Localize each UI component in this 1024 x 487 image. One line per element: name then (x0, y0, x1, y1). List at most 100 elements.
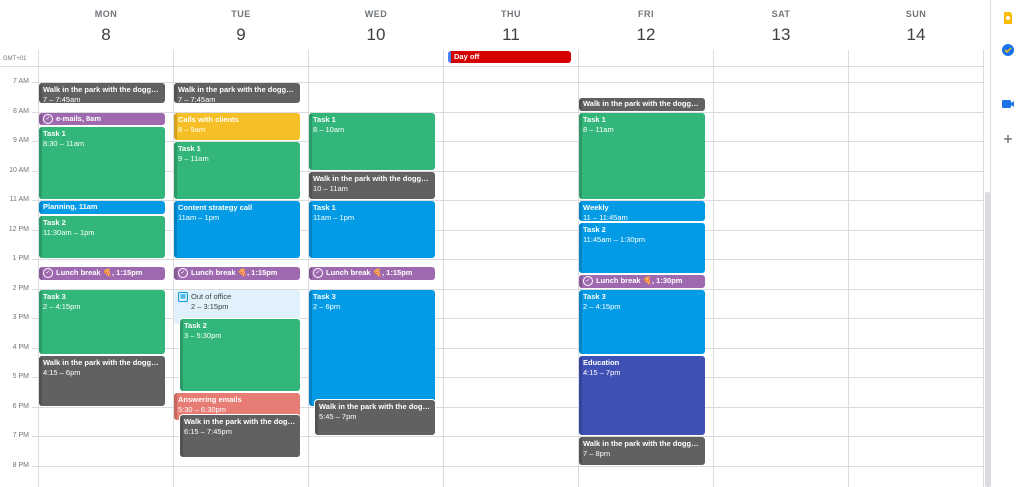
calendar-event[interactable]: ✓ Lunch break 🍕, 1:15pm (39, 267, 165, 281)
day-header-tue[interactable]: TUE 9 (174, 0, 308, 50)
event-title-text: Calls with clients (178, 114, 239, 124)
event-color-bar (579, 201, 582, 222)
calendar-event[interactable]: Task 23 – 5:30pm (180, 319, 300, 391)
calendar-event[interactable]: Walk in the park with the doggo 🐕 5:45 – … (315, 400, 435, 435)
day-of-week-label: TUE (231, 9, 251, 19)
event-time: 4:15 – 6pm (43, 367, 81, 377)
event-color-bar (174, 392, 177, 421)
event-time: 2 – 4:15pm (583, 301, 621, 311)
calendar-event[interactable]: Task 18 – 10am (309, 112, 435, 170)
event-time: 11am – 1pm (178, 213, 220, 222)
hour-gridline (32, 259, 984, 260)
day-number[interactable]: 9 (174, 25, 308, 45)
event-title-text: Task 3 (43, 291, 66, 301)
event-title: Task 3 (583, 292, 701, 302)
event-title-text: Task 2 (583, 225, 606, 235)
event-title: Walk in the park with the doggo 🐕 (313, 174, 431, 184)
event-title: ▦ Out of office (178, 292, 296, 302)
calendar-event[interactable]: Task 19 – 11am (174, 142, 300, 199)
event-time: 10 – 11am (313, 183, 348, 193)
event-title: Task 1 (313, 203, 431, 213)
calendar-event[interactable]: Content strategy call 11am – 1pm (174, 201, 300, 258)
event-title: ✓ e-mails, 8am (43, 114, 161, 124)
event-color-bar (315, 400, 318, 435)
day-header-thu[interactable]: THU 11 (444, 0, 578, 50)
out-of-office-icon: ▦ (178, 291, 188, 302)
all-day-event[interactable]: Day off (448, 51, 571, 63)
event-title: Walk in the park with the doggo 🐕, 7:30a… (583, 99, 701, 109)
calendar-event[interactable]: Task 32 – 4:15pm (39, 289, 165, 354)
calendar-event[interactable]: Task 32 – 6pm (309, 289, 435, 406)
day-number[interactable]: 14 (849, 25, 983, 45)
day-number[interactable]: 11 (444, 25, 578, 45)
event-title: Task 3 (313, 292, 431, 302)
event-time: 7 – 8pm (583, 449, 611, 458)
event-title-text: Walk in the park with the doggo 🐕 (184, 416, 296, 426)
calendar-event[interactable]: Task 2 11:30am – 1pm (39, 215, 165, 258)
column-divider (443, 50, 444, 487)
hour-label: 7 PM (12, 432, 29, 439)
meet-icon[interactable] (1001, 97, 1015, 111)
event-color-bar (579, 97, 582, 111)
event-title: Walk in the park with the doggo 🐕 (178, 85, 296, 95)
timezone-label: GMT+01 (3, 56, 27, 62)
calendar-event[interactable]: ✓ Lunch break 🍕, 1:30pm (579, 274, 705, 288)
calendar-event[interactable]: ✓ e-mails, 8am (39, 112, 165, 126)
event-time: 9 – 11am (178, 154, 209, 163)
event-color-bar (39, 83, 42, 104)
event-time: 6:15 – 7:45pm (184, 426, 232, 436)
event-title-text: Content strategy call (178, 203, 253, 212)
day-number[interactable]: 8 (39, 25, 173, 45)
event-color-bar (448, 51, 451, 63)
day-number[interactable]: 12 (579, 25, 713, 45)
calendar-event[interactable]: Task 1 8:30 – 11am (39, 127, 165, 199)
event-color-bar (180, 319, 183, 391)
event-title: Weekly (583, 203, 701, 213)
day-number[interactable]: 13 (714, 25, 848, 45)
day-header-wed[interactable]: WED 10 (309, 0, 443, 50)
event-title-text: e-mails, 8am (56, 113, 102, 123)
day-header-sun[interactable]: SUN 14 (849, 0, 983, 50)
calendar-event[interactable]: Task 18 – 11am (579, 112, 705, 199)
calendar-event[interactable]: Task 32 – 4:15pm (579, 289, 705, 354)
calendar-event[interactable]: Weekly 11 – 11:45am (579, 201, 705, 222)
day-header-sat[interactable]: SAT 13 (714, 0, 848, 50)
calendar-event[interactable]: Task 2 11:45am – 1:30pm (579, 223, 705, 273)
calendar-event[interactable]: ✓ Lunch break 🍕, 1:15pm (174, 267, 300, 281)
event-color-bar (39, 289, 42, 354)
day-of-week-label: WED (364, 9, 388, 19)
event-color-bar (579, 223, 582, 273)
day-header-fri[interactable]: FRI 12 (579, 0, 713, 50)
event-time: 8 – 10am (313, 124, 345, 134)
hour-label: 12 PM (8, 225, 29, 233)
calendar-event[interactable]: Walk in the park with the doggo 🐕 7 – 7:4… (39, 83, 165, 104)
event-title-text: Planning, 11am (43, 202, 98, 211)
task-check-icon: ✓ (313, 268, 323, 279)
calendar-event[interactable]: Walk in the park with the doggo 🐕, 7:30a… (579, 97, 705, 111)
calendar-event[interactable]: Walk in the park with the doggo 🐕 6:15 – … (180, 414, 300, 458)
calendar-event[interactable]: Walk in the park with the doggo 🐕 10 – 11… (309, 171, 435, 199)
event-title-text: Education (583, 357, 620, 367)
calendar-event[interactable]: Education 4:15 – 7pm (579, 355, 705, 435)
event-title-text: Lunch break 🍕, 1:15pm (191, 268, 278, 278)
calendar-event[interactable]: Task 1 11am – 1pm (309, 201, 435, 258)
calendar-event[interactable]: Calls with clients 8 – 9am (174, 112, 300, 140)
event-color-bar (39, 112, 42, 126)
tasks-icon[interactable] (1001, 43, 1015, 57)
day-header-mon[interactable]: MON 8 (39, 0, 173, 50)
hour-label: 1 PM (12, 255, 29, 262)
calendar-event[interactable]: Walk in the park with the doggo 🐕 7 – 8pm (579, 437, 705, 465)
add-icon[interactable] (1001, 132, 1015, 146)
day-number[interactable]: 10 (309, 25, 443, 45)
event-title-text: Walk in the park with the doggo 🐕 (319, 402, 431, 412)
calendar-event[interactable]: Walk in the park with the doggo 🐕 4:15 – … (39, 355, 165, 406)
calendar-event[interactable]: Planning, 11am (39, 201, 165, 214)
calendar-event[interactable]: Walk in the park with the doggo 🐕 7 – 7:4… (174, 83, 300, 104)
event-title: ✓ Lunch break 🍕, 1:15pm (313, 268, 431, 279)
event-color-bar (174, 267, 177, 281)
calendar-event[interactable]: ✓ Lunch break 🍕, 1:15pm (309, 267, 435, 281)
keep-icon[interactable] (1001, 11, 1015, 25)
column-divider (983, 50, 984, 487)
event-title-text: Walk in the park with the doggo 🐕 (43, 357, 161, 367)
hour-label: 2 PM (12, 284, 29, 292)
